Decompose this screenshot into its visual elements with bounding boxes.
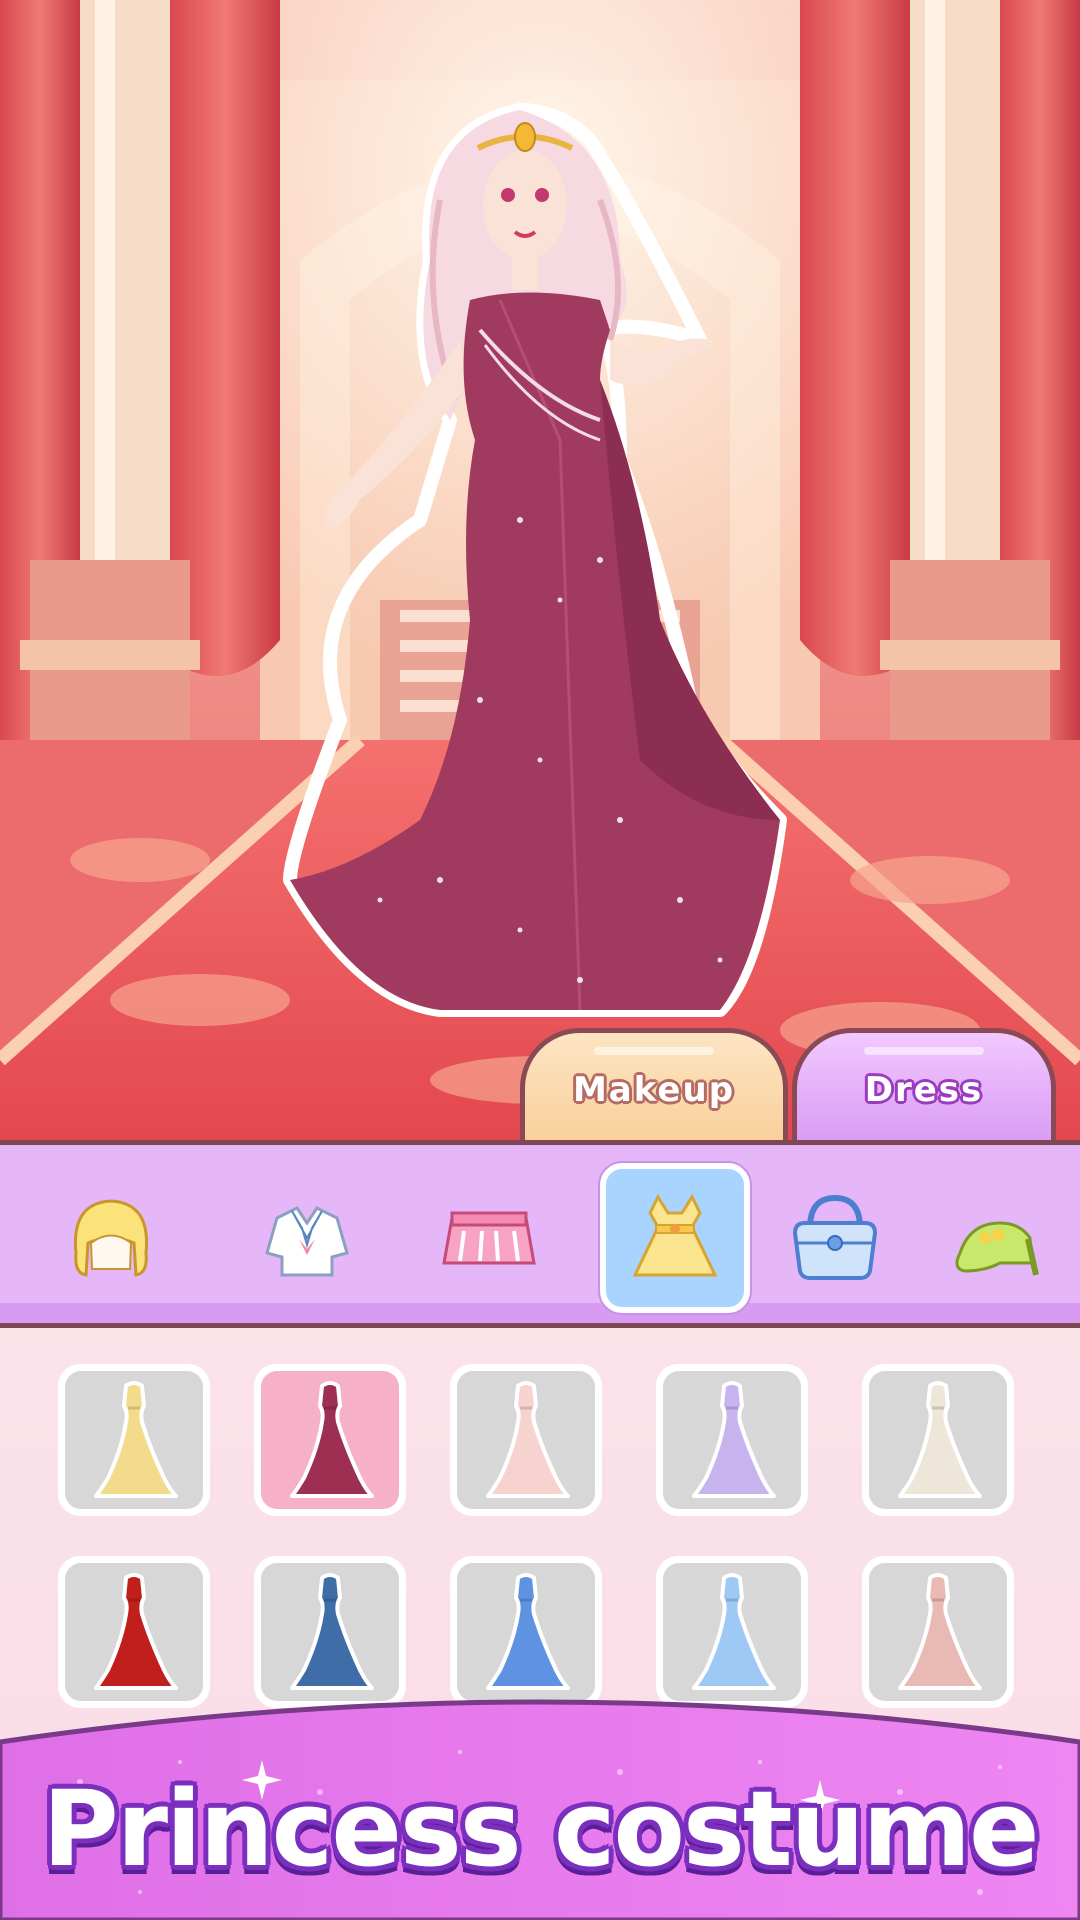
category-dress[interactable] bbox=[600, 1163, 750, 1313]
bag-icon bbox=[792, 1194, 878, 1280]
category-hair[interactable] bbox=[36, 1163, 186, 1313]
outfit-item-frame bbox=[663, 1371, 801, 1509]
outfit-item-frame bbox=[457, 1371, 595, 1509]
outfit-item[interactable] bbox=[450, 1364, 602, 1516]
category-shoes[interactable] bbox=[920, 1163, 1070, 1313]
gown-blush-icon bbox=[486, 1381, 570, 1498]
outfit-item[interactable] bbox=[656, 1364, 808, 1516]
gown-burgundy-icon bbox=[290, 1381, 374, 1498]
outfit-item-frame bbox=[261, 1371, 399, 1509]
gown-lavender-icon bbox=[692, 1381, 776, 1498]
category-top[interactable] bbox=[232, 1163, 382, 1313]
tab-makeup[interactable]: Makeup bbox=[520, 1028, 788, 1146]
gown-ivory-icon bbox=[898, 1381, 982, 1498]
banner-title: Princess costume bbox=[42, 1768, 1039, 1890]
tab-dress-label: Dress bbox=[864, 1069, 984, 1110]
outfit-item[interactable] bbox=[862, 1364, 1014, 1516]
hair-icon bbox=[73, 1199, 149, 1277]
tab-dress[interactable]: Dress bbox=[792, 1028, 1056, 1146]
category-bag[interactable] bbox=[760, 1163, 910, 1313]
category-skirt[interactable] bbox=[414, 1163, 564, 1313]
tab-shine bbox=[594, 1047, 714, 1055]
princess-character bbox=[283, 103, 787, 1017]
outfit-item-frame bbox=[869, 1371, 1007, 1509]
category-bar bbox=[0, 1140, 1080, 1328]
tab-makeup-label: Makeup bbox=[572, 1069, 736, 1110]
gown-gold-icon bbox=[94, 1381, 178, 1498]
outfit-item-frame bbox=[65, 1371, 203, 1509]
outfit-item[interactable] bbox=[58, 1364, 210, 1516]
tab-shine bbox=[864, 1047, 984, 1055]
dress-icon bbox=[632, 1193, 718, 1277]
top-icon bbox=[265, 1206, 349, 1277]
dressup-scene bbox=[0, 0, 1080, 1140]
shoes-icon bbox=[955, 1221, 1039, 1276]
outfit-item[interactable] bbox=[254, 1364, 406, 1516]
skirt-icon bbox=[442, 1211, 536, 1265]
